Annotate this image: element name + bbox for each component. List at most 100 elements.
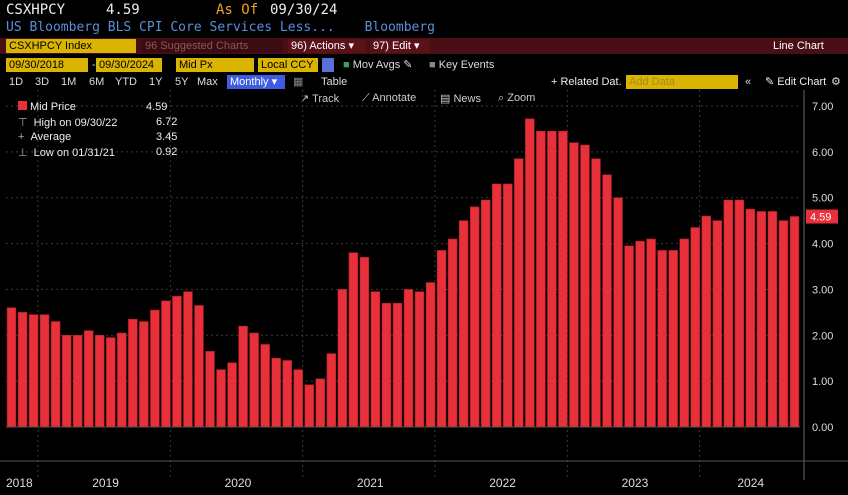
bar — [271, 357, 281, 428]
bar — [315, 378, 326, 428]
bar — [326, 353, 337, 428]
period-5y[interactable]: 5Y — [172, 75, 191, 89]
collapse-icon[interactable]: « — [742, 75, 756, 89]
bar — [227, 362, 237, 428]
as-of-label: As Of — [216, 2, 259, 18]
x-tick-label: 2020 — [225, 476, 252, 490]
data-source: Bloomberg — [364, 20, 436, 35]
pencil-icon: ✎ — [765, 76, 778, 88]
bar — [83, 330, 94, 428]
last-value: 4.59 — [106, 2, 140, 18]
x-tick-label: 2019 — [92, 476, 119, 490]
frequency-select[interactable]: Monthly ▾ — [227, 75, 285, 89]
end-date-input[interactable]: 09/30/2024 — [96, 58, 162, 72]
x-tick-label: 2022 — [489, 476, 516, 490]
bar — [216, 369, 226, 428]
bar — [183, 291, 193, 428]
bar — [778, 220, 789, 428]
bar — [381, 302, 392, 428]
security-description: US Bloomberg BLS CPI Core Services Less.… — [6, 20, 335, 35]
average-label: Average — [30, 131, 72, 143]
bar — [260, 344, 270, 428]
period-1y[interactable]: 1Y — [146, 75, 165, 89]
legend-high: ⊤ High on 09/30/22 6.72 — [18, 116, 177, 129]
settings-icon[interactable]: ⚙ — [828, 75, 844, 89]
security-description-row: US Bloomberg BLS CPI Core Services Less.… — [6, 20, 435, 35]
bar — [745, 208, 756, 428]
suggested-charts[interactable]: 96 Suggested Charts — [142, 39, 282, 53]
y-tick-label: 2.00 — [812, 330, 833, 342]
mov-avgs-icon: ■ — [343, 59, 353, 71]
start-date-input[interactable]: 09/30/2018 — [6, 58, 88, 72]
bar — [172, 296, 182, 428]
table-button[interactable]: Table — [318, 75, 358, 89]
y-tick-label: 7.00 — [812, 101, 833, 113]
bar — [679, 238, 689, 428]
currency-dropdown-icon[interactable] — [322, 58, 334, 72]
y-tick-label: 5.00 — [812, 193, 833, 205]
bar — [359, 257, 370, 428]
bar — [39, 314, 50, 428]
field-select[interactable]: Mid Px — [176, 58, 254, 72]
date-range-bar: 09/30/2018 - 09/30/2024 Mid Px Local CCY… — [0, 57, 848, 73]
period-3d[interactable]: 3D — [32, 75, 52, 89]
bar — [591, 158, 601, 428]
add-data-input[interactable]: Add Data — [626, 75, 738, 89]
key-events-toggle[interactable]: ■ Key Events — [426, 58, 506, 72]
bar — [668, 250, 678, 428]
high-label: High on 09/30/22 — [33, 117, 118, 129]
bar — [238, 325, 248, 428]
legend-average: + Average 3.45 — [18, 131, 177, 143]
bar — [514, 158, 524, 428]
command-bar: CSXHPCY Index 96 Suggested Charts 96) Ac… — [0, 38, 848, 54]
period-max[interactable]: Max — [194, 75, 221, 89]
bar — [17, 312, 28, 428]
average-marker-icon: + — [18, 131, 25, 143]
security-field[interactable]: CSXHPCY Index — [6, 39, 136, 53]
mov-avgs-toggle[interactable]: ■ Mov Avgs ✎ — [340, 58, 428, 72]
legend-low: ⊥ Low on 01/31/21 0.92 — [18, 146, 177, 159]
edit-chart-label: Edit Chart — [777, 76, 827, 88]
bar — [503, 183, 513, 428]
period-6m[interactable]: 6M — [86, 75, 107, 89]
edit-chart-button[interactable]: ✎ Edit Chart — [762, 75, 826, 89]
bar — [95, 334, 105, 428]
bar — [72, 334, 83, 428]
bar — [646, 238, 656, 428]
low-label: Low on 01/31/21 — [33, 147, 115, 159]
bar — [624, 245, 634, 428]
bar — [106, 337, 116, 428]
bar — [392, 302, 403, 428]
bar — [613, 197, 623, 428]
period-1m[interactable]: 1M — [58, 75, 79, 89]
average-value: 3.45 — [156, 131, 178, 143]
bar — [436, 250, 447, 428]
bar — [205, 351, 215, 428]
y-tick-label: 0.00 — [812, 422, 833, 434]
bar — [348, 252, 359, 428]
edit-menu[interactable]: 97) Edit ▾ — [370, 39, 430, 53]
table-icon[interactable]: ▦ — [290, 75, 303, 89]
bar — [635, 240, 645, 428]
bar — [50, 321, 61, 428]
bar — [469, 206, 480, 428]
period-ytd[interactable]: YTD — [112, 75, 140, 89]
bar-chart: 0.00 1.00 2.00 3.00 4.00 5.00 6.00 7.00 4.59 2018… — [0, 90, 848, 490]
bar — [734, 199, 745, 428]
bar — [150, 309, 160, 428]
bar — [723, 199, 734, 428]
y-tick-label: 1.00 — [812, 376, 833, 388]
related-data-button[interactable]: + Related Dat. — [548, 75, 624, 89]
bar — [128, 318, 138, 428]
key-events-icon: ■ — [429, 59, 439, 71]
last-value-label: 4.59 — [810, 212, 831, 224]
bar — [690, 227, 700, 428]
bar — [28, 314, 39, 428]
currency-select[interactable]: Local CCY — [258, 58, 318, 72]
low-marker-icon: ⊥ — [18, 147, 28, 159]
period-1d[interactable]: 1D — [6, 75, 26, 89]
y-tick-label: 3.00 — [812, 284, 833, 296]
bar — [403, 289, 414, 428]
x-tick-label: 2023 — [622, 476, 649, 490]
actions-menu[interactable]: 96) Actions ▾ — [288, 39, 366, 53]
